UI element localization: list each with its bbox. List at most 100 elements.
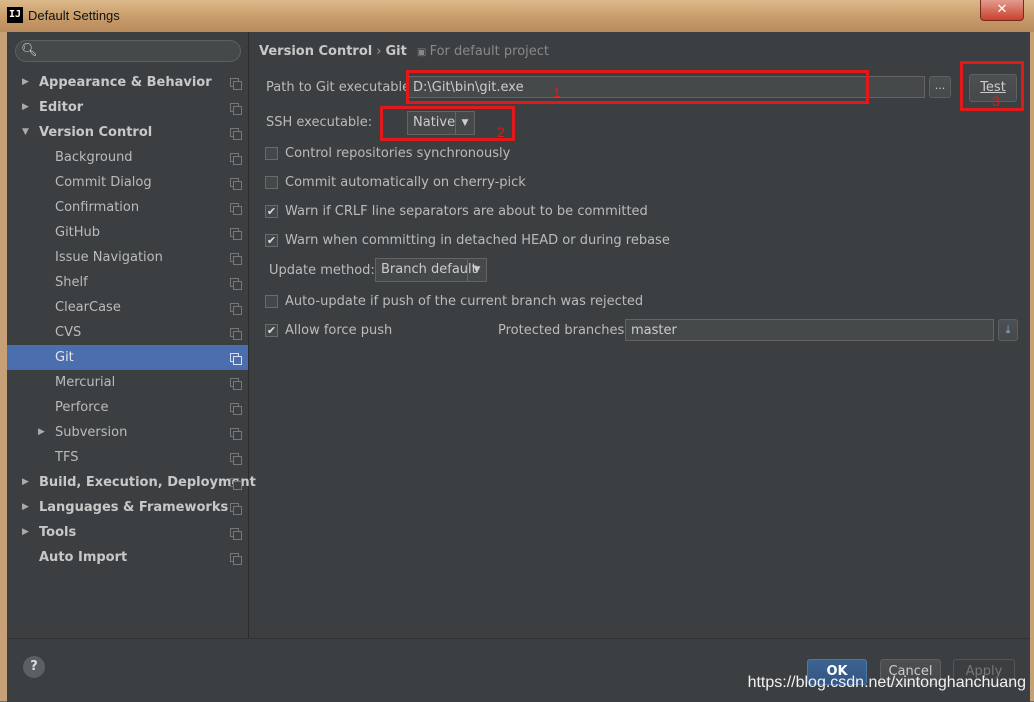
expand-field-button[interactable]: ⤓ (998, 319, 1018, 341)
project-settings-icon (230, 478, 242, 490)
sync-repos-label: Control repositories synchronously (285, 146, 511, 161)
update-method-label: Update method: (269, 263, 375, 278)
project-settings-icon (230, 303, 242, 315)
sidebar-item-label: Mercurial (55, 375, 116, 390)
detached-head-checkbox[interactable]: ✔ (265, 234, 278, 247)
window-frame-right (1030, 32, 1034, 701)
project-settings-icon (230, 453, 242, 465)
sidebar-item-label: Shelf (55, 275, 88, 290)
expand-right-icon[interactable]: ▶ (22, 470, 29, 495)
crlf-warning-label: Warn if CRLF line separators are about t… (285, 204, 648, 219)
sidebar-item-editor[interactable]: ▶ Editor (7, 95, 248, 120)
project-settings-icon (230, 253, 242, 265)
settings-window: IJ Default Settings ✕ 🔍︎ ▶ Appearance & B… (0, 0, 1034, 702)
sidebar-item-confirmation[interactable]: Confirmation (7, 195, 248, 220)
sidebar-item-git[interactable]: Git (7, 345, 248, 370)
sidebar-item-label: Background (55, 150, 133, 165)
sidebar-item-label: GitHub (55, 225, 101, 240)
sidebar-item-shelf[interactable]: Shelf (7, 270, 248, 295)
sidebar-item-label: Subversion (55, 425, 128, 440)
sidebar-item-commit-dialog[interactable]: Commit Dialog (7, 170, 248, 195)
breadcrumb-section[interactable]: Version Control (259, 44, 372, 59)
sidebar-item-label: ClearCase (55, 300, 121, 315)
expand-right-icon[interactable]: ▶ (22, 70, 29, 95)
auto-update-checkbox[interactable] (265, 295, 278, 308)
expand-right-icon[interactable]: ▶ (22, 520, 29, 545)
sidebar-item-version-control[interactable]: ▼ Version Control (7, 120, 248, 145)
sidebar-item-build-execution-deployment[interactable]: ▶ Build, Execution, Deployment (7, 470, 256, 495)
sidebar-item-appearance-behavior[interactable]: ▶ Appearance & Behavior (7, 70, 248, 95)
sidebar-item-label: Tools (39, 525, 77, 540)
help-button[interactable]: ? (23, 656, 45, 678)
project-settings-icon (230, 128, 242, 140)
update-method-select[interactable]: Branch default ▼ (375, 258, 487, 282)
sidebar-item-cvs[interactable]: CVS (7, 320, 248, 345)
sidebar-item-label: Confirmation (55, 200, 140, 215)
close-window-button[interactable]: ✕ (980, 0, 1024, 21)
annotation-number-2: 2 (497, 124, 505, 140)
sidebar-item-label: TFS (55, 450, 79, 465)
sidebar-item-clearcase[interactable]: ClearCase (7, 295, 248, 320)
project-settings-icon (230, 203, 242, 215)
cherry-pick-checkbox[interactable] (265, 176, 278, 189)
project-settings-icon (230, 503, 242, 515)
project-settings-icon (230, 528, 242, 540)
sidebar-item-tfs[interactable]: TFS (7, 445, 248, 470)
project-settings-icon (230, 378, 242, 390)
sidebar-item-issue-navigation[interactable]: Issue Navigation (7, 245, 248, 270)
force-push-checkbox[interactable]: ✔ (265, 324, 278, 337)
sidebar-item-auto-import[interactable]: Auto Import (7, 545, 248, 570)
auto-update-label: Auto-update if push of the current branc… (285, 294, 644, 309)
annotation-number-3: 3 (992, 93, 1000, 109)
sidebar-item-label: Version Control (39, 125, 153, 140)
sync-repos-checkbox[interactable] (265, 147, 278, 160)
project-settings-icon (230, 278, 242, 290)
settings-search-input[interactable]: 🔍︎ (15, 40, 241, 62)
project-settings-icon (230, 103, 242, 115)
expand-down-icon[interactable]: ▼ (22, 120, 29, 145)
breadcrumb: Version Control › Git ▣ For default projec… (259, 44, 549, 59)
annotation-box-1 (406, 70, 869, 104)
project-settings-icon (230, 153, 242, 165)
expand-icon: ⤓ (1005, 323, 1011, 336)
sidebar-item-label: Commit Dialog (55, 175, 152, 190)
window-frame-left (0, 32, 7, 701)
expand-right-icon[interactable]: ▶ (22, 95, 29, 120)
sidebar-item-label: Auto Import (39, 550, 128, 565)
sidebar-item-github[interactable]: GitHub (7, 220, 248, 245)
cherry-pick-label: Commit automatically on cherry-pick (285, 175, 526, 190)
force-push-label: Allow force push (285, 323, 393, 338)
expand-right-icon[interactable]: ▶ (38, 420, 45, 445)
sidebar-item-label: Git (55, 350, 74, 365)
project-settings-icon (230, 178, 242, 190)
sidebar-item-languages-frameworks[interactable]: ▶ Languages & Frameworks (7, 495, 248, 520)
window-title: Default Settings (28, 8, 120, 23)
protected-branches-input[interactable]: master (625, 319, 994, 341)
intellij-app-icon: IJ (7, 7, 23, 23)
sidebar-item-background[interactable]: Background (7, 145, 248, 170)
expand-right-icon[interactable]: ▶ (22, 495, 29, 520)
update-method-value: Branch default (381, 262, 477, 277)
sidebar-item-mercurial[interactable]: Mercurial (7, 370, 248, 395)
project-settings-icon (230, 428, 242, 440)
sidebar-item-label: Appearance & Behavior (39, 75, 212, 90)
protected-branches-label: Protected branches: (498, 323, 629, 338)
search-icon: 🔍︎ (21, 43, 38, 58)
detached-head-label: Warn when committing in detached HEAD or… (285, 233, 670, 248)
sidebar-item-perforce[interactable]: Perforce (7, 395, 248, 420)
project-settings-icon (230, 328, 242, 340)
project-settings-icon (230, 353, 242, 365)
breadcrumb-page: Git (385, 44, 407, 59)
breadcrumb-separator: › (376, 44, 382, 59)
browse-button[interactable]: ... (929, 76, 951, 98)
project-settings-icon (230, 228, 242, 240)
sidebar-item-label: Languages & Frameworks (39, 500, 229, 515)
sidebar-item-label: Build, Execution, Deployment (39, 475, 256, 490)
crlf-warning-checkbox[interactable]: ✔ (265, 205, 278, 218)
git-path-label: Path to Git executable: (266, 80, 415, 95)
sidebar-item-label: CVS (55, 325, 82, 340)
settings-sidebar: 🔍︎ ▶ Appearance & Behavior ▶ Editor ▼ Version… (7, 32, 256, 638)
sidebar-item-tools[interactable]: ▶ Tools (7, 520, 248, 545)
chevron-down-icon: ▼ (467, 259, 486, 281)
sidebar-item-subversion[interactable]: ▶ Subversion (7, 420, 248, 445)
